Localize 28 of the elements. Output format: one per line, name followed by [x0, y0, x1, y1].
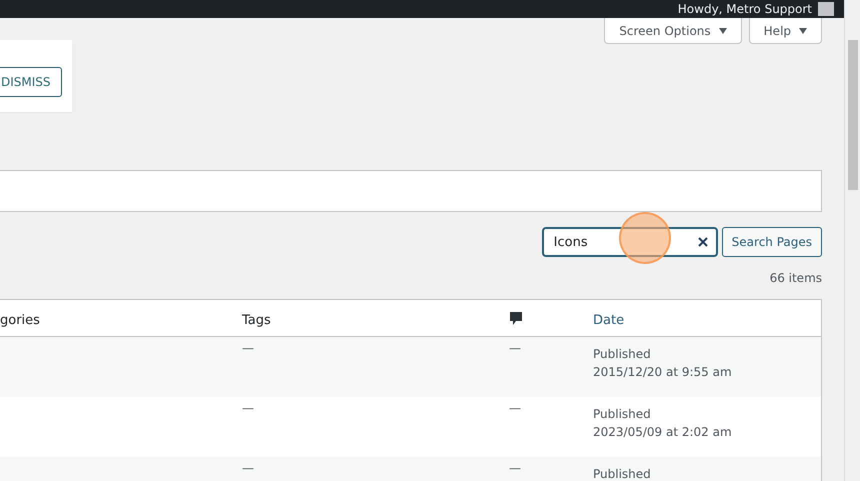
status-text: Published: [593, 407, 652, 421]
dismiss-button[interactable]: DISMISS: [0, 67, 62, 97]
table-cell-text: —: [242, 340, 254, 355]
column-header: Tags: [242, 312, 271, 328]
table-cell-text: —: [242, 400, 254, 415]
search-button[interactable]: Search Pages: [722, 227, 822, 257]
clear-icon[interactable]: [698, 237, 708, 247]
status-text: Published: [593, 467, 652, 481]
column-header: gories: [0, 312, 40, 328]
date-text: 2015/12/20 at 9:55 am: [593, 365, 733, 379]
avatar-icon: [818, 2, 834, 16]
search-input[interactable]: Icons: [552, 234, 698, 250]
comment-icon: [509, 310, 523, 326]
item-count: 66 items: [770, 271, 822, 285]
table-cell-text: —: [509, 460, 521, 475]
caret-icon: [718, 28, 727, 34]
caret-icon: [799, 28, 808, 34]
click-indicator: [619, 212, 671, 264]
greeting-text: Howdy, Metro Support: [678, 1, 812, 17]
table-cell-text: —: [509, 400, 521, 415]
date-text: 2023/05/09 at 2:02 am: [593, 425, 733, 439]
column-header-link[interactable]: Date: [593, 312, 624, 328]
status-text: Published: [593, 347, 652, 361]
screen-meta-button[interactable]: Screen Options: [604, 18, 742, 44]
search-field[interactable]: Icons: [542, 227, 718, 257]
screen-meta-button[interactable]: Help: [748, 18, 822, 44]
table-cell-text: —: [509, 340, 521, 355]
table-cell-text: —: [242, 460, 254, 475]
